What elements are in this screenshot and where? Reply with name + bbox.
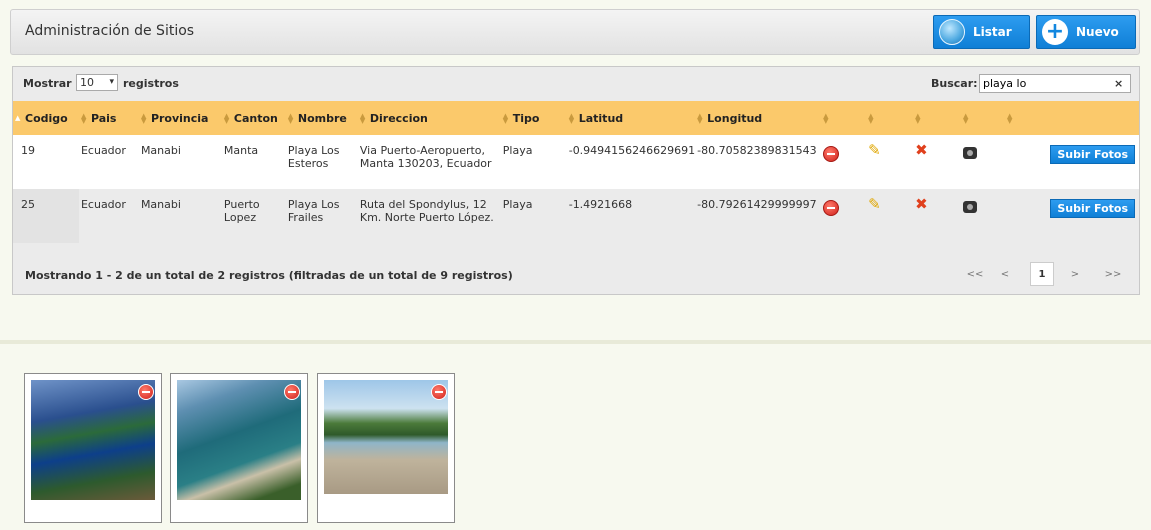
- edit-pencil-icon[interactable]: ✎: [868, 143, 881, 158]
- search-input[interactable]: [979, 74, 1131, 93]
- cell-pais: Ecuador: [78, 135, 139, 189]
- col-direccion[interactable]: ▲ ▼ Direccion: [357, 101, 501, 135]
- cell-direccion: Via Puerto-Aeropuerto, Manta 130203, Ecu…: [357, 135, 501, 189]
- cell-codigo: 19: [13, 135, 79, 189]
- cell-canton: Puerto Lopez: [221, 189, 286, 243]
- pager-first[interactable]: <<: [963, 262, 987, 286]
- section-divider: [0, 340, 1151, 344]
- cell-pais: Ecuador: [78, 189, 139, 243]
- page-size-value: 10: [80, 76, 94, 89]
- pager-next[interactable]: >: [1063, 262, 1087, 286]
- table-row: 25 Ecuador Manabi Puerto Lopez Playa Los…: [13, 189, 1139, 243]
- cell-codigo: 25: [13, 189, 79, 243]
- col-action-3[interactable]: ▲ ▼: [913, 101, 962, 135]
- beach-photo: [31, 380, 155, 500]
- cell-nombre: Playa Los Frailes: [285, 189, 358, 243]
- col-nombre[interactable]: ▲ ▼ Nombre: [285, 101, 358, 135]
- cell-longitud: -80.70582389831543: [695, 135, 822, 189]
- listar-button[interactable]: Listar: [933, 15, 1030, 49]
- col-action-5[interactable]: ▲ ▼: [1004, 101, 1139, 135]
- cell-nombre: Playa Los Esteros: [285, 135, 358, 189]
- delete-x-icon[interactable]: ✖: [915, 143, 928, 158]
- delete-x-icon[interactable]: ✖: [915, 197, 928, 212]
- beach-photo: [324, 380, 448, 494]
- search-label: Buscar:: [931, 77, 978, 90]
- pager-current[interactable]: 1: [1030, 262, 1054, 286]
- edit-pencil-icon[interactable]: ✎: [868, 197, 881, 212]
- remove-photo-icon[interactable]: [138, 384, 154, 400]
- table-toolbar: Mostrar 10 registros Buscar: ×: [13, 67, 1139, 101]
- page-title: Administración de Sitios: [25, 23, 195, 39]
- photo-thumbnail[interactable]: [24, 373, 162, 523]
- page-size-select[interactable]: 10: [76, 74, 118, 91]
- col-longitud[interactable]: ▲ ▼ Longitud: [695, 101, 822, 135]
- camera-icon[interactable]: [963, 201, 978, 213]
- cell-provincia: Manabi: [138, 189, 222, 243]
- upload-photos-button[interactable]: Subir Fotos: [1050, 145, 1135, 164]
- table-row: 19 Ecuador Manabi Manta Playa Los Estero…: [13, 135, 1139, 189]
- col-action-1[interactable]: ▲ ▼: [821, 101, 867, 135]
- pager-prev[interactable]: <: [993, 262, 1017, 286]
- cell-provincia: Manabi: [138, 135, 222, 189]
- upload-photos-button[interactable]: Subir Fotos: [1050, 199, 1135, 218]
- records-label: registros: [123, 77, 179, 90]
- beach-photo: [177, 380, 301, 500]
- page-header: Administración de Sitios Listar + Nuevo: [10, 9, 1140, 55]
- cell-latitud: -0.9494156246629691: [566, 135, 696, 189]
- table-header-row: ▲ Codigo ▲ ▼ Pais ▲ ▼ Provincia ▲ ▼ Canton ▲ ▼ No…: [13, 101, 1139, 135]
- globe-icon: [939, 19, 965, 45]
- show-label: Mostrar: [23, 77, 72, 90]
- cell-latitud: -1.4921668: [566, 189, 696, 243]
- sites-table: ▲ Codigo ▲ ▼ Pais ▲ ▼ Provincia ▲ ▼ Canton ▲ ▼ No…: [13, 101, 1139, 243]
- photo-thumbnail[interactable]: [317, 373, 455, 523]
- plus-icon: +: [1042, 19, 1068, 45]
- listar-label: Listar: [973, 25, 1012, 39]
- col-action-4[interactable]: ▲ ▼: [961, 101, 1005, 135]
- camera-icon[interactable]: [963, 147, 978, 159]
- col-codigo[interactable]: ▲ Codigo: [13, 101, 79, 135]
- cell-tipo: Playa: [500, 135, 567, 189]
- remove-photo-icon[interactable]: [284, 384, 300, 400]
- table-info: Mostrando 1 - 2 de un total de 2 registr…: [25, 269, 513, 282]
- col-canton[interactable]: ▲ ▼ Canton: [221, 101, 286, 135]
- sites-table-panel: Mostrar 10 registros Buscar: × ▲Codigo ▲…: [12, 66, 1140, 295]
- cell-longitud: -80.79261429999997: [695, 189, 822, 243]
- col-provincia[interactable]: ▲ ▼ Provincia: [138, 101, 222, 135]
- nuevo-button[interactable]: + Nuevo: [1036, 15, 1136, 49]
- disable-icon[interactable]: [823, 200, 840, 216]
- remove-photo-icon[interactable]: [431, 384, 447, 400]
- col-latitud[interactable]: ▲ ▼ Latitud: [566, 101, 696, 135]
- col-pais[interactable]: ▲ ▼ Pais: [78, 101, 139, 135]
- col-tipo[interactable]: ▲ ▼ Tipo: [500, 101, 567, 135]
- photo-thumbnail[interactable]: [170, 373, 308, 523]
- col-action-2[interactable]: ▲ ▼: [866, 101, 914, 135]
- pager-last[interactable]: >>: [1098, 262, 1128, 286]
- cell-tipo: Playa: [500, 189, 567, 243]
- clear-search-icon[interactable]: ×: [1114, 77, 1123, 90]
- nuevo-label: Nuevo: [1076, 25, 1119, 39]
- cell-canton: Manta: [221, 135, 286, 189]
- disable-icon[interactable]: [823, 146, 840, 162]
- cell-direccion: Ruta del Spondylus, 12 Km. Norte Puerto …: [357, 189, 501, 243]
